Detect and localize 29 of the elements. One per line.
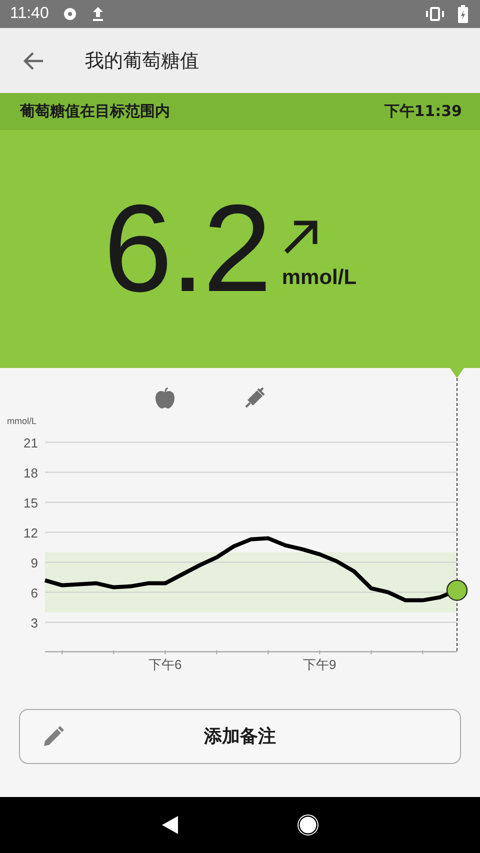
reading-time: 下午11:39 [384,102,462,121]
y-tick-label: 12 [24,525,38,540]
arrow-icon [282,218,320,256]
glucose-value: 6.2 [103,187,270,311]
home-nav-icon[interactable] [297,814,319,836]
y-tick-label: 21 [24,435,38,450]
y-tick-label: 15 [24,495,38,510]
unit-label: mmol/L [282,266,357,290]
add-note-button[interactable]: 添加备注 [19,708,461,764]
y-tick-label: 9 [30,555,38,570]
axis-unit-label: mmol/L [7,416,37,426]
pencil-icon [42,726,64,748]
x-tick-label: 下午6 [148,657,182,672]
y-tick-label: 18 [24,465,38,480]
screen-title: 我的葡萄糖值 [85,48,199,74]
back-nav-icon[interactable] [161,815,179,835]
disc-icon [62,7,77,21]
current-point [446,580,468,601]
battery-icon [458,5,468,23]
vibrate-icon [426,7,444,21]
upload-icon [90,6,105,22]
back-icon[interactable] [23,50,45,72]
status-time: 11:40 [10,5,49,23]
x-tick-label: 下午9 [303,657,336,672]
y-tick-label: 3 [30,615,38,630]
syringe-icon [244,386,266,408]
y-tick-label: 6 [30,585,38,600]
apple-icon [156,388,174,408]
range-message: 葡萄糖值在目标范围内 [20,102,170,121]
